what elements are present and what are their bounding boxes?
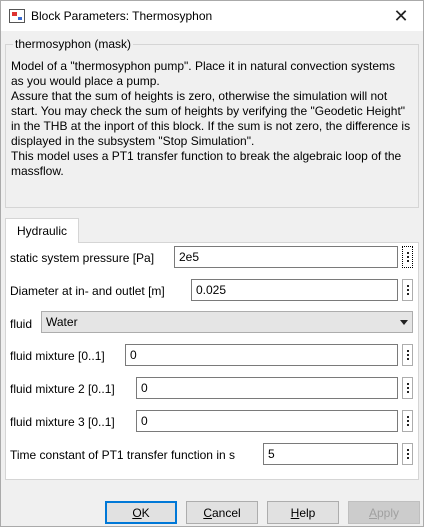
time-constant-more-icon[interactable] <box>402 443 413 465</box>
mask-description: Model of a "thermosyphon pump". Place it… <box>11 59 411 178</box>
ok-button-accel: O <box>132 505 142 520</box>
static-pressure-label: static system pressure [Pa] <box>10 251 155 265</box>
tab-hydraulic[interactable]: Hydraulic <box>5 218 79 243</box>
fluid-mixture-3-input[interactable]: 0 <box>136 410 398 432</box>
time-constant-label: Time constant of PT1 transfer function i… <box>10 448 235 462</box>
fluid-mixture-3-label: fluid mixture 3 [0..1] <box>10 415 115 429</box>
fluid-mixture-label: fluid mixture [0..1] <box>10 349 105 363</box>
diameter-input[interactable]: 0.025 <box>191 279 398 301</box>
help-button-label: elp <box>299 505 316 520</box>
diameter-more-icon[interactable] <box>402 279 413 301</box>
fluid-mixture-2-input[interactable]: 0 <box>136 377 398 399</box>
fluid-mixture-3-more-icon[interactable] <box>402 410 413 432</box>
window-title: Block Parameters: Thermosyphon <box>31 9 213 23</box>
fluid-mixture-input[interactable]: 0 <box>125 344 398 366</box>
fluid-label: fluid <box>10 317 33 331</box>
block-parameters-dialog: Block Parameters: Thermosyphon ✕ thermos… <box>0 0 424 527</box>
cancel-button-label: ancel <box>211 505 241 520</box>
fluid-mixture-2-label: fluid mixture 2 [0..1] <box>10 382 115 396</box>
cancel-button[interactable]: Cancel <box>186 501 258 524</box>
ok-button[interactable]: OK <box>105 501 177 524</box>
diameter-label: Diameter at in- and outlet [m] <box>10 284 165 298</box>
title-bar[interactable]: Block Parameters: Thermosyphon ✕ <box>1 1 423 31</box>
fluid-mixture-2-more-icon[interactable] <box>402 377 413 399</box>
ok-button-label: K <box>141 505 150 520</box>
mask-section-label: thermosyphon (mask) <box>13 37 134 51</box>
apply-button-label: pply <box>377 505 400 520</box>
fluid-select[interactable]: Water <box>41 311 413 333</box>
fluid-mixture-more-icon[interactable] <box>402 344 413 366</box>
apply-button-accel: A <box>368 505 377 520</box>
help-button[interactable]: Help <box>267 501 339 524</box>
apply-button[interactable]: Apply <box>348 501 420 524</box>
chevron-down-icon <box>400 320 408 325</box>
time-constant-input[interactable]: 5 <box>263 443 398 465</box>
simulink-block-icon <box>9 9 25 23</box>
help-button-accel: H <box>290 505 300 520</box>
static-pressure-more-icon[interactable] <box>402 246 413 268</box>
fluid-select-value: Water <box>46 315 78 329</box>
static-pressure-input[interactable]: 2e5 <box>174 246 398 268</box>
cancel-button-accel: C <box>203 505 212 520</box>
close-icon[interactable]: ✕ <box>379 1 423 31</box>
